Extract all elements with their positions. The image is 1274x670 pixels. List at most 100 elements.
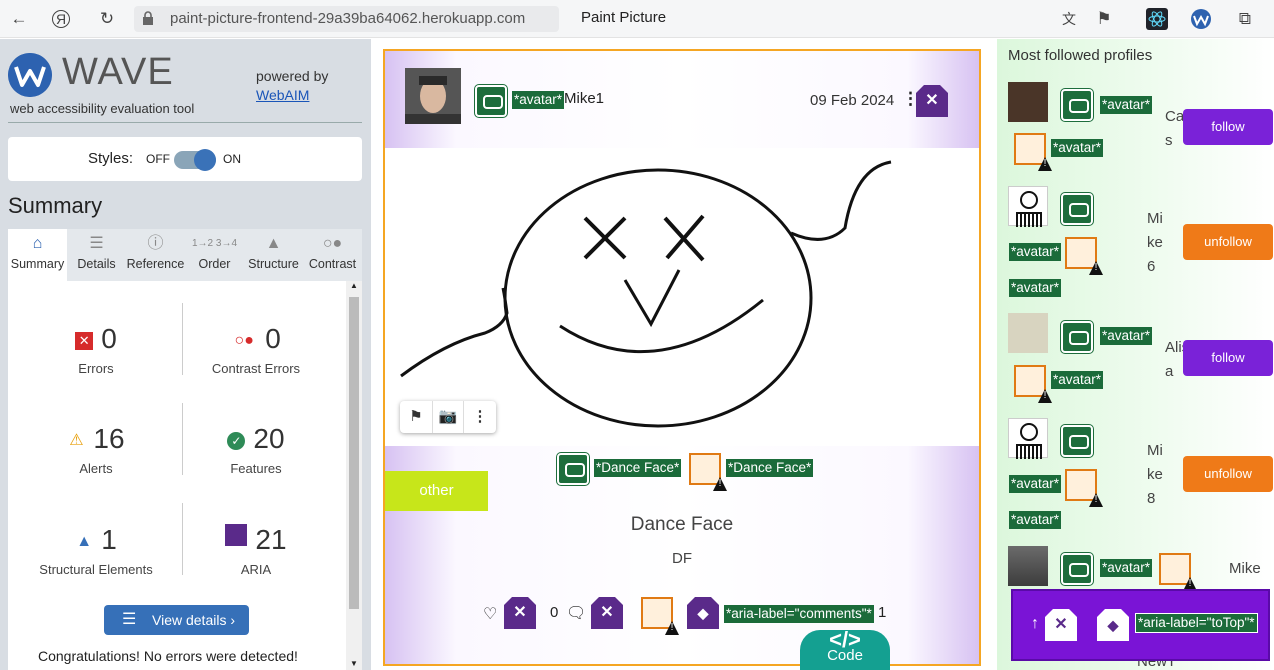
wave-logo-icon [8, 53, 52, 97]
aria-error-icon: ✕ [916, 85, 948, 117]
avatar[interactable] [405, 68, 461, 124]
lock-icon [143, 11, 153, 25]
structure-icon: ▲ [265, 235, 282, 252]
category-badge[interactable]: other [385, 471, 488, 511]
contrast-icon: ○● [322, 235, 343, 252]
view-details-button[interactable]: ☰ View details › [104, 605, 249, 635]
tab-reference[interactable]: ⓘ Reference [126, 229, 185, 281]
collections-icon[interactable]: ⧉ [1234, 8, 1256, 30]
aria-error-icon: ✕ [591, 597, 623, 629]
image-alert-icon [1065, 469, 1097, 501]
follow-button[interactable]: follow [1183, 109, 1273, 145]
followed-profiles-panel: Most followed profiles *avatar* *avatar*… [997, 39, 1274, 670]
wave-link-icon [1061, 89, 1093, 121]
wave-tabs: ⌂ Summary ☰ Details ⓘ Reference 1→2 3→4 Orde… [8, 229, 362, 281]
translate-icon[interactable]: 文 [1058, 8, 1080, 30]
url-text: paint-picture-frontend-29a39ba64062.hero… [170, 10, 526, 27]
more-vertical-icon[interactable]: ⋮ [464, 401, 496, 433]
image-alert-icon [1014, 133, 1046, 165]
wave-link-icon [1061, 425, 1093, 457]
tab-order[interactable]: 1→2 3→4 Order [185, 229, 244, 281]
webaim-link[interactable]: WebAIM [256, 87, 309, 103]
back-icon[interactable]: ← [8, 8, 30, 30]
avatar[interactable] [1008, 82, 1048, 122]
profile-name[interactable]: Mike [1229, 560, 1261, 577]
wave-sidebar: WAVE web accessibility evaluation tool p… [0, 39, 371, 670]
image-alert-icon [1065, 237, 1097, 269]
tab-summary[interactable]: ⌂ Summary [8, 229, 67, 281]
likes-count: 0 [550, 604, 559, 621]
styles-label: Styles: [88, 150, 134, 167]
avatar-alt-tag: *avatar* [512, 91, 565, 109]
browser-toolbar: ← Я ↻ paint-picture-frontend-29a39ba6406… [0, 0, 1274, 38]
avatar-alt-tag: *avatar* [1009, 511, 1062, 529]
react-devtools-icon[interactable] [1146, 8, 1168, 30]
stat-structural[interactable]: ▲ 1 Structural Elements [16, 524, 176, 577]
avatar[interactable] [1008, 186, 1048, 227]
profile-name[interactable]: Mike8 [1147, 439, 1169, 511]
aria-icon [225, 524, 248, 546]
avatar-alt-tag: *avatar* [1100, 96, 1153, 114]
avatar-alt-tag: *avatar* [1100, 559, 1153, 577]
to-top-button[interactable]: ↑ ✕ ◆ *aria-label="toTop"* [1011, 589, 1270, 661]
stat-errors[interactable]: ✕ 0 Errors [16, 323, 176, 376]
scroll-up-icon[interactable]: ▲ [350, 281, 358, 290]
powered-by-text: powered by [256, 68, 329, 84]
follow-button[interactable]: follow [1183, 340, 1273, 376]
post-date: 09 Feb 2024 [810, 92, 895, 109]
scroll-down-icon[interactable]: ▼ [350, 659, 358, 668]
camera-icon[interactable]: 📷 [432, 401, 464, 433]
tab-details[interactable]: ☰ Details [67, 229, 126, 281]
link-alert-icon [641, 597, 673, 629]
avatar-image [1016, 191, 1042, 227]
wave-extension-icon[interactable] [1190, 8, 1212, 30]
congrats-message: Congratulations! No errors were detected… [38, 648, 298, 664]
unfollow-button[interactable]: unfollow [1183, 224, 1273, 260]
heart-icon[interactable]: ♡ [483, 604, 497, 624]
address-bar[interactable]: paint-picture-frontend-29a39ba64062.hero… [134, 6, 559, 32]
username-link[interactable]: Mike1 [564, 90, 604, 107]
save-bookmark-icon[interactable]: ⚑ [400, 401, 432, 433]
wave-link-icon [557, 453, 589, 485]
avatar-alt-tag: *avatar* [1051, 371, 1104, 389]
unfollow-button[interactable]: unfollow [1183, 456, 1273, 492]
toggle-knob [194, 149, 216, 171]
arrow-up-icon: ↑ [1031, 615, 1039, 632]
post-card: *avatar* Mike1 09 Feb 2024 ⋮ ✕ ⚑ 📷 ⋮ *Da… [383, 49, 981, 666]
sidebar-heading: Most followed profiles [1008, 47, 1153, 64]
stat-features[interactable]: ✓ 20 Features [176, 423, 336, 476]
scroll-thumb[interactable] [349, 297, 359, 609]
reload-icon[interactable]: ↻ [96, 8, 118, 30]
avatar[interactable] [1008, 546, 1048, 586]
tab-contrast[interactable]: ○● Contrast [303, 229, 362, 281]
summary-scrollbar[interactable]: ▲ ▼ [346, 281, 362, 670]
error-icon: ✕ [75, 332, 94, 350]
avatar-image [1016, 423, 1042, 459]
image-alert-icon [689, 453, 721, 485]
totop-aria-tag: *aria-label="toTop"* [1135, 613, 1258, 633]
avatar[interactable] [1008, 313, 1048, 353]
stat-contrast-errors[interactable]: ○● 0 Contrast Errors [176, 323, 336, 376]
stat-alerts[interactable]: ⚠ 16 Alerts [16, 423, 176, 476]
aria-tag-icon: ◆ [1097, 609, 1129, 641]
comments-icon[interactable]: 🗨 [566, 603, 586, 623]
post-description: DF [672, 550, 692, 567]
list-icon: ☰ [122, 611, 137, 628]
avatar-alt-tag: *avatar* [1009, 279, 1062, 297]
wave-title: WAVE [62, 51, 174, 93]
styles-toggle[interactable] [174, 149, 216, 171]
bookmark-icon[interactable]: ⚑ [1093, 8, 1115, 30]
wave-link-icon [475, 85, 507, 117]
wave-link-icon [1061, 553, 1093, 585]
aria-error-icon: ✕ [504, 597, 536, 629]
avatar[interactable] [1008, 418, 1048, 459]
avatar-alt-tag: *avatar* [1100, 327, 1153, 345]
code-button[interactable]: </> Code [800, 629, 890, 670]
comments-aria-tag: *aria-label="comments"* [724, 605, 874, 623]
summary-body: ✕ 0 Errors ○● 0 Contrast Errors ⚠ 16 Alerts… [8, 281, 362, 670]
tab-structure[interactable]: ▲ Structure [244, 229, 303, 281]
divider [8, 122, 362, 123]
stat-aria[interactable]: 21 ARIA [176, 524, 336, 577]
profile-name[interactable]: Mike6 [1147, 207, 1169, 279]
yandex-icon[interactable]: Я [52, 10, 70, 28]
